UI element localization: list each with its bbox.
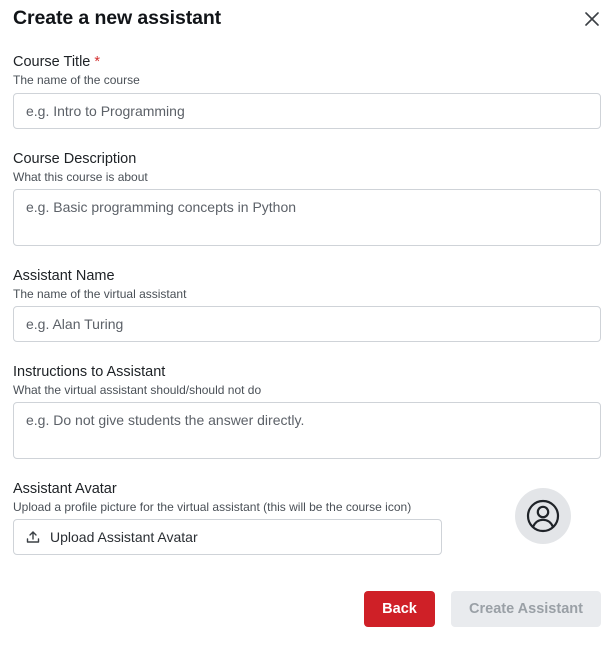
assistant-avatar-field: Assistant Avatar Upload a profile pictur… bbox=[13, 480, 601, 572]
instructions-description: What the virtual assistant should/should… bbox=[13, 383, 262, 397]
assistant-name-description: The name of the virtual assistant bbox=[13, 287, 187, 301]
assistant-name-field: Assistant Name The name of the virtual a… bbox=[13, 267, 601, 343]
assistant-avatar-description: Upload a profile picture for the virtual… bbox=[13, 500, 412, 514]
dialog-title: Create a new assistant bbox=[13, 7, 222, 29]
close-button[interactable] bbox=[583, 10, 601, 28]
create-assistant-button[interactable]: Create Assistant bbox=[451, 591, 601, 627]
instructions-label: Instructions to Assistant bbox=[13, 364, 166, 380]
create-assistant-dialog: Create a new assistant Course Title * The… bbox=[0, 0, 616, 650]
close-icon bbox=[585, 12, 599, 26]
course-title-label: Course Title * bbox=[13, 54, 101, 70]
course-description-input[interactable] bbox=[13, 189, 601, 246]
assistant-avatar-label: Assistant Avatar bbox=[13, 481, 117, 497]
upload-icon bbox=[26, 530, 40, 544]
course-description-label: Course Description bbox=[13, 151, 137, 167]
required-mark: * bbox=[94, 54, 101, 70]
back-button[interactable]: Back bbox=[364, 591, 435, 627]
course-title-field: Course Title * The name of the course bbox=[13, 53, 601, 129]
assistant-name-input[interactable] bbox=[13, 306, 601, 342]
instructions-field: Instructions to Assistant What the virtu… bbox=[13, 363, 601, 459]
course-title-description: The name of the course bbox=[13, 73, 140, 87]
assistant-name-label: Assistant Name bbox=[13, 268, 115, 284]
avatar-preview bbox=[515, 488, 571, 544]
upload-avatar-label: Upload Assistant Avatar bbox=[50, 529, 198, 545]
course-title-input[interactable] bbox=[13, 93, 601, 129]
course-description-field: Course Description What this course is a… bbox=[13, 150, 601, 246]
upload-avatar-button[interactable]: Upload Assistant Avatar bbox=[13, 519, 442, 555]
instructions-input[interactable] bbox=[13, 402, 601, 459]
user-circle-icon bbox=[526, 499, 560, 533]
course-description-description: What this course is about bbox=[13, 170, 148, 184]
